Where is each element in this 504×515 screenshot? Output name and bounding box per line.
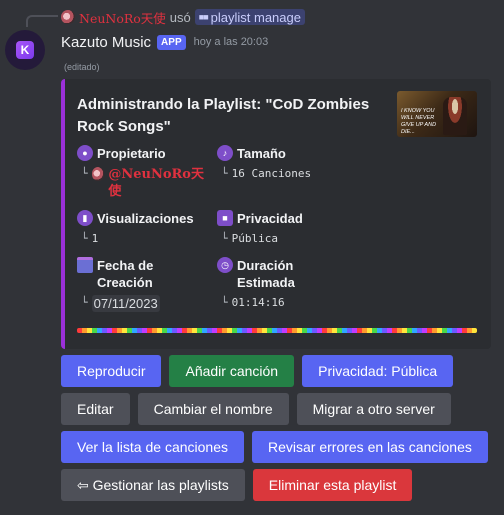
field-privacy-value: Pública bbox=[231, 232, 278, 245]
reply-used-text: usó bbox=[169, 9, 191, 25]
button-row-1: Reproducir Añadir canción Privacidad: Pú… bbox=[61, 355, 454, 387]
field-duration-name: Duración Estimada bbox=[237, 258, 295, 290]
slash-command-icon: ■■ bbox=[198, 12, 209, 22]
view-songs-button[interactable]: Ver la lista de canciones bbox=[61, 431, 244, 463]
button-row-3: Ver la lista de canciones Revisar errore… bbox=[61, 431, 488, 463]
field-size-name: Tamaño bbox=[237, 146, 286, 161]
field-created-value[interactable]: 07/11/2023 bbox=[91, 295, 160, 312]
command-reply: NeuNoRo天使 usó ■■ playlist manage bbox=[61, 8, 305, 27]
rename-button[interactable]: Cambiar el nombre bbox=[137, 393, 289, 425]
tree-branch: └ bbox=[81, 232, 88, 245]
edit-button[interactable]: Editar bbox=[61, 393, 130, 425]
message-header: Kazuto Music APP hoy a las 20:03 bbox=[61, 32, 268, 52]
rainbow-divider bbox=[77, 328, 477, 333]
thumbnail-figure bbox=[443, 97, 467, 135]
check-errors-button[interactable]: Revisar errores en las canciones bbox=[251, 431, 488, 463]
field-privacy-name: Privacidad bbox=[237, 211, 303, 226]
field-size: ♪ Tamaño └ 16 Canciones bbox=[217, 145, 417, 181]
command-name: playlist manage bbox=[210, 9, 301, 25]
kazuto-logo-icon: K bbox=[16, 41, 34, 59]
tree-branch: └ bbox=[221, 296, 228, 309]
playlist-embed: Administrando la Playlist: "CoD Zombies … bbox=[61, 79, 491, 349]
bot-username[interactable]: Kazuto Music bbox=[61, 34, 151, 51]
field-owner-value[interactable]: @NeuNoRo天使 bbox=[108, 166, 207, 200]
field-duration: ◷ Duración Estimada └ 01:14:16 bbox=[217, 257, 337, 310]
tree-branch: └ bbox=[81, 296, 88, 309]
play-button[interactable]: Reproducir bbox=[61, 355, 162, 387]
button-row-4: ⇦ Gestionar las playlists Eliminar esta … bbox=[61, 469, 413, 501]
button-row-2: Editar Cambiar el nombre Migrar a otro s… bbox=[61, 393, 451, 425]
field-owner-name: Propietario bbox=[97, 146, 166, 161]
reply-username[interactable]: NeuNoRo天使 bbox=[79, 8, 166, 27]
thumbnail-caption: I know you will never give up and die... bbox=[401, 108, 437, 135]
tree-branch: └ bbox=[221, 232, 228, 245]
reply-connector bbox=[26, 15, 58, 27]
field-owner: ● Propietario └ @NeuNoRo天使 bbox=[77, 145, 207, 200]
command-chip[interactable]: ■■ playlist manage bbox=[194, 9, 305, 25]
music-note-icon: ♪ bbox=[217, 145, 233, 161]
field-created-name: Fecha de Creación bbox=[97, 258, 154, 290]
manage-playlists-button[interactable]: ⇦ Gestionar las playlists bbox=[61, 469, 245, 501]
bot-avatar[interactable]: K bbox=[5, 30, 45, 70]
embed-thumbnail[interactable]: I know you will never give up and die... bbox=[397, 91, 477, 137]
embed-title: Administrando la Playlist: "CoD Zombies … bbox=[77, 96, 370, 135]
delete-playlist-button[interactable]: Eliminar esta playlist bbox=[252, 469, 413, 501]
user-icon: ● bbox=[77, 145, 93, 161]
message-timestamp: hoy a las 20:03 bbox=[193, 36, 269, 48]
field-duration-value: 01:14:16 bbox=[231, 296, 285, 309]
field-views: ▮ Visualizaciones └ 1 bbox=[77, 210, 217, 246]
field-size-value: 16 Canciones bbox=[231, 167, 312, 180]
field-created: Fecha de Creación └ 07/11/2023 bbox=[77, 257, 197, 312]
app-badge: APP bbox=[157, 34, 186, 50]
tree-branch: └ bbox=[81, 167, 88, 180]
clock-icon: ◷ bbox=[217, 257, 233, 273]
reply-avatar[interactable] bbox=[61, 10, 75, 24]
tree-branch: └ bbox=[221, 167, 228, 180]
field-views-value: 1 bbox=[91, 232, 99, 245]
add-song-button[interactable]: Añadir canción bbox=[169, 355, 295, 387]
lock-icon: ■ bbox=[217, 210, 233, 226]
edited-label: (editado) bbox=[64, 62, 100, 72]
field-privacy: ■ Privacidad └ Pública bbox=[217, 210, 417, 246]
owner-avatar bbox=[91, 167, 105, 181]
field-views-name: Visualizaciones bbox=[97, 211, 194, 226]
chart-icon: ▮ bbox=[77, 210, 93, 226]
calendar-icon bbox=[77, 257, 93, 273]
migrate-server-button[interactable]: Migrar a otro server bbox=[296, 393, 451, 425]
privacy-button[interactable]: Privacidad: Pública bbox=[302, 355, 454, 387]
